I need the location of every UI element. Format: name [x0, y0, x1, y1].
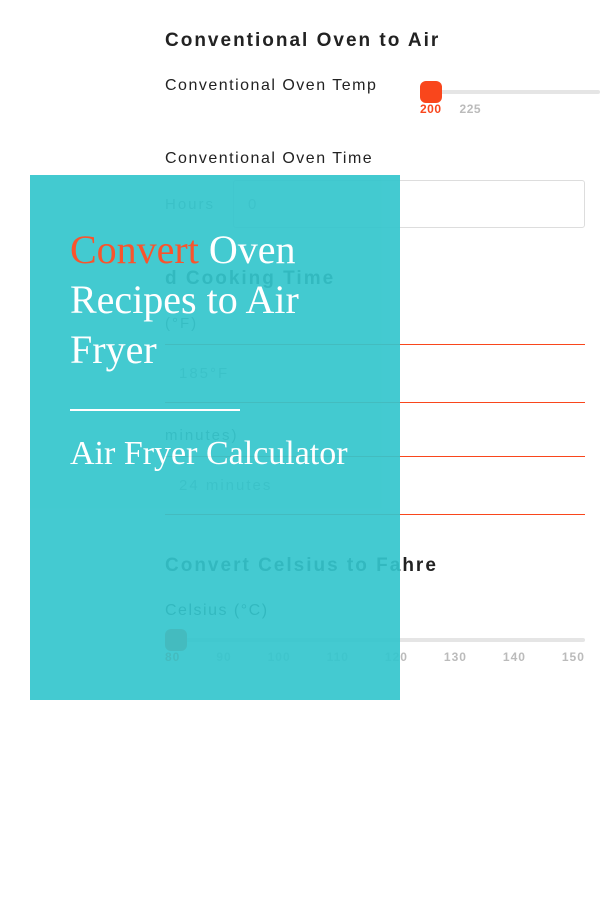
slider-thumb[interactable]: [420, 81, 442, 103]
tick-label: 140: [503, 650, 526, 664]
oven-time-label: Conventional Oven Time: [165, 150, 600, 168]
tick-label: 200: [420, 102, 442, 116]
overlay-title: Convert Oven Recipes to Air Fryer: [70, 225, 360, 375]
promo-overlay-card: Convert Oven Recipes to Air Fryer Air Fr…: [30, 175, 400, 700]
overlay-subtitle: Air Fryer Calculator: [70, 433, 360, 476]
overlay-highlight: Convert: [70, 227, 199, 272]
tick-label: 225: [460, 102, 482, 116]
slider-track: [420, 90, 600, 94]
tick-label: 130: [444, 650, 467, 664]
oven-temp-slider[interactable]: 200 225: [420, 90, 600, 116]
overlay-divider: [70, 409, 240, 411]
slider-tick-labels: 200 225: [420, 102, 600, 116]
tick-label: 150: [562, 650, 585, 664]
section-title-conversion: Conventional Oven to Air: [165, 30, 600, 52]
